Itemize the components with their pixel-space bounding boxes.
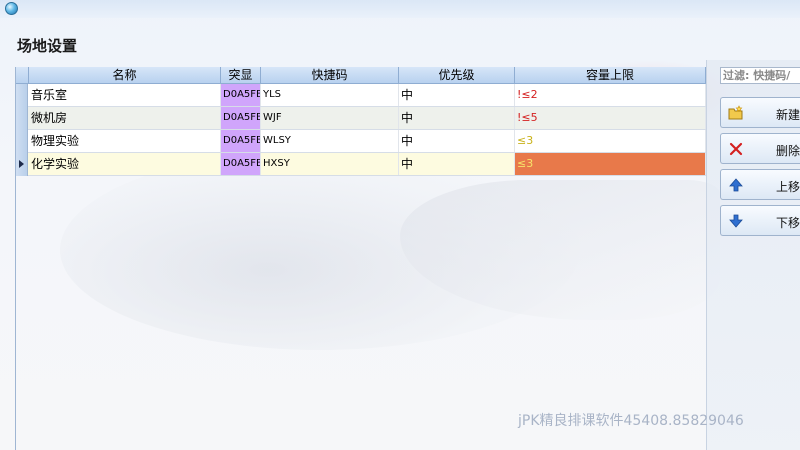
- cell-shortcut[interactable]: WLSY: [261, 130, 399, 152]
- new-button[interactable]: 新建: [720, 97, 800, 128]
- col-header-highlight[interactable]: 突显: [221, 67, 261, 84]
- cell-capacity[interactable]: ≤3: [515, 153, 706, 175]
- row-selector[interactable]: [16, 84, 28, 107]
- cell-priority[interactable]: 中: [399, 130, 515, 152]
- col-header-capacity[interactable]: 容量上限: [515, 67, 706, 84]
- move-down-button[interactable]: 下移: [720, 205, 800, 236]
- arrow-down-icon: [728, 213, 744, 229]
- move-up-button[interactable]: 上移: [720, 169, 800, 200]
- cell-capacity[interactable]: !≤5: [515, 107, 706, 129]
- grid-header: 名称 突显 快捷码 优先级 容量上限: [16, 67, 706, 84]
- cell-capacity[interactable]: !≤2: [515, 84, 706, 106]
- cell-highlight-color[interactable]: D0A5FB: [221, 107, 261, 129]
- move-down-button-label: 下移: [776, 216, 800, 230]
- row-selector-current[interactable]: [16, 153, 28, 176]
- header-corner: [16, 67, 29, 84]
- venue-grid: 名称 突显 快捷码 优先级 容量上限 音乐室 D0A5FB YLS 中 !≤2 …: [15, 67, 706, 450]
- cell-highlight-color[interactable]: D0A5FB: [221, 130, 261, 152]
- delete-x-icon: [728, 141, 744, 157]
- title-bar: [0, 0, 800, 18]
- cell-highlight-color[interactable]: D0A5FB: [221, 153, 261, 175]
- cell-shortcut[interactable]: WJF: [261, 107, 399, 129]
- col-header-name[interactable]: 名称: [29, 67, 221, 84]
- row-selector[interactable]: [16, 130, 28, 153]
- watermark: jPK精良排课软件45408.85829046: [518, 413, 744, 429]
- delete-button-label: 删除: [776, 144, 800, 158]
- cell-highlight-color[interactable]: D0A5FB: [221, 84, 261, 106]
- new-button-label: 新建: [776, 108, 800, 122]
- cell-name[interactable]: 音乐室: [29, 84, 221, 106]
- filter-input[interactable]: 过滤: 快捷码/: [720, 67, 800, 84]
- cell-priority[interactable]: 中: [399, 153, 515, 175]
- table-row[interactable]: 音乐室 D0A5FB YLS 中 !≤2: [16, 84, 706, 107]
- cell-shortcut[interactable]: HXSY: [261, 153, 399, 175]
- cell-priority[interactable]: 中: [399, 107, 515, 129]
- table-row-selected[interactable]: 化学实验 D0A5FB HXSY 中 ≤3: [16, 153, 706, 176]
- cell-name[interactable]: 物理实验: [29, 130, 221, 152]
- row-selector[interactable]: [16, 107, 28, 130]
- cell-capacity[interactable]: ≤3: [515, 130, 706, 152]
- col-header-shortcut[interactable]: 快捷码: [261, 67, 399, 84]
- arrow-up-icon: [728, 177, 744, 193]
- delete-button[interactable]: 删除: [720, 133, 800, 164]
- cell-name[interactable]: 化学实验: [29, 153, 221, 175]
- cell-name[interactable]: 微机房: [29, 107, 221, 129]
- folder-new-icon: [728, 105, 744, 121]
- table-row[interactable]: 物理实验 D0A5FB WLSY 中 ≤3: [16, 130, 706, 153]
- app-icon: [5, 2, 18, 15]
- cell-priority[interactable]: 中: [399, 84, 515, 106]
- table-row[interactable]: 微机房 D0A5FB WJF 中 !≤5: [16, 107, 706, 130]
- move-up-button-label: 上移: [776, 180, 800, 194]
- page-title: 场地设置: [17, 37, 78, 55]
- cell-shortcut[interactable]: YLS: [261, 84, 399, 106]
- col-header-priority[interactable]: 优先级: [399, 67, 515, 84]
